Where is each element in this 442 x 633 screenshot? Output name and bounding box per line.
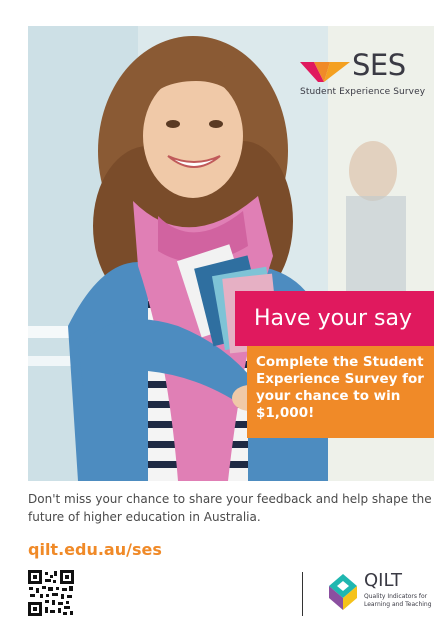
ses-logo-text: SES — [352, 48, 406, 82]
poster: SES Student Experience Survey Have your … — [0, 0, 442, 633]
qilt-logo-text: QILT — [364, 570, 403, 591]
qilt-logo-subtitle: Quality Indicators for Learning and Teac… — [364, 593, 432, 608]
qr-code-icon[interactable] — [28, 570, 74, 616]
description-text: Don't miss your chance to share your fee… — [28, 492, 432, 524]
headline-primary: Have your say — [254, 306, 412, 331]
survey-link[interactable]: qilt.edu.au/ses — [28, 540, 162, 559]
logo-divider — [302, 572, 303, 616]
ses-logo-subtitle: Student Experience Survey — [300, 87, 426, 97]
headline-secondary: Complete the Student Experience Survey f… — [256, 354, 424, 421]
qilt-logo-mark — [329, 574, 357, 610]
